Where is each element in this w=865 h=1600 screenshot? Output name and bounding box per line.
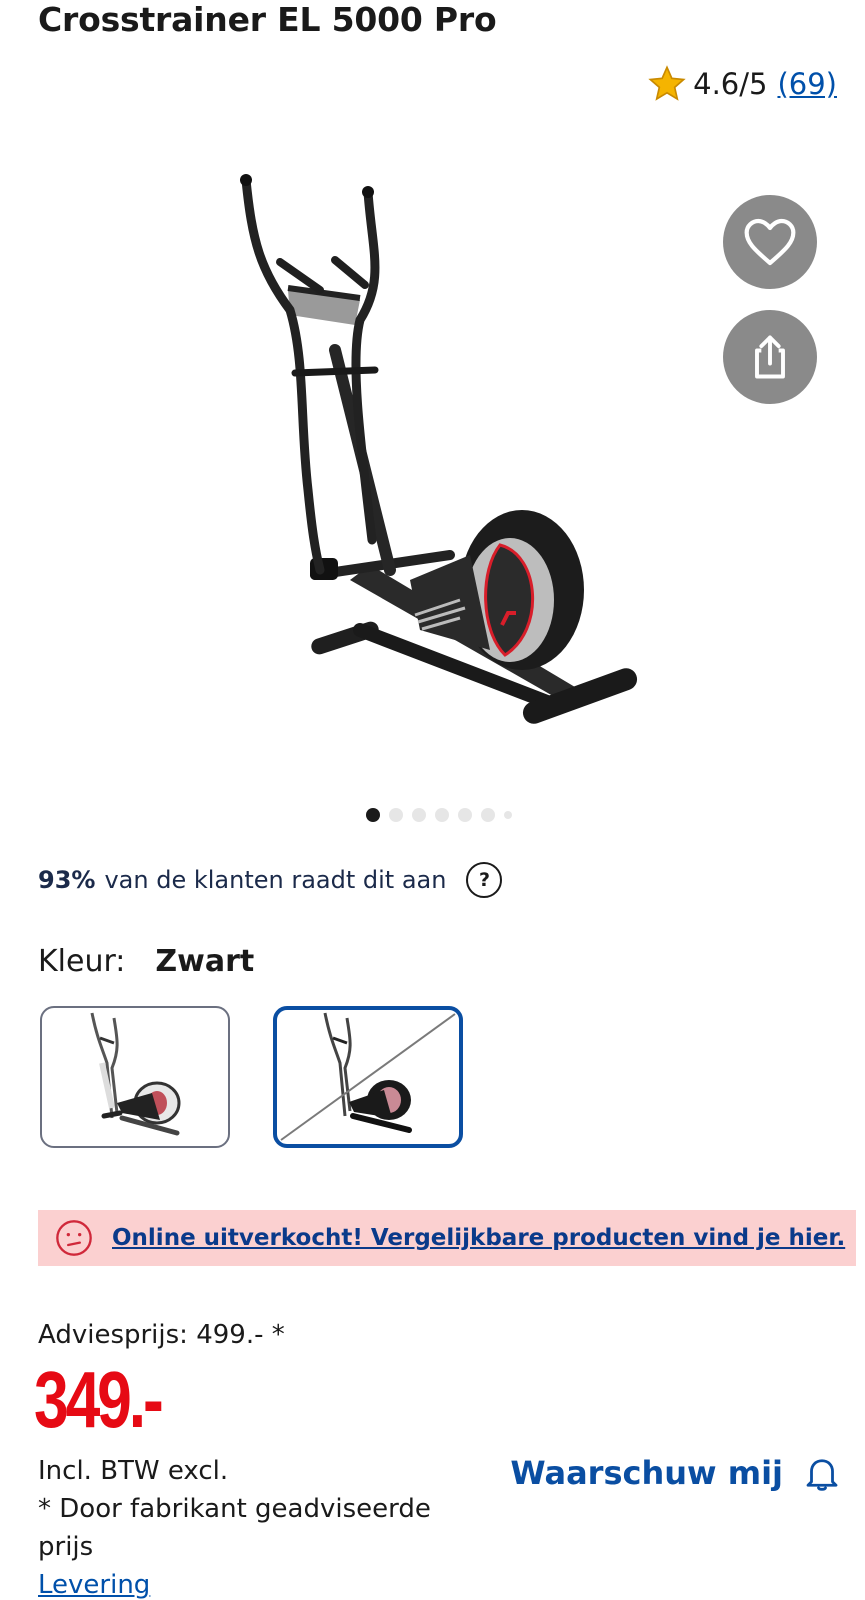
share-icon xyxy=(755,335,785,379)
help-icon[interactable]: ? xyxy=(466,862,503,898)
gallery-dot[interactable] xyxy=(481,808,495,822)
gallery-dot[interactable] xyxy=(458,808,472,822)
sold-out-link[interactable]: Online uitverkocht! Vergelijkbare produc… xyxy=(112,1225,845,1251)
manufacturer-note: * Door fabrikant geadviseerde prijs xyxy=(38,1494,431,1562)
white-crosstrainer-thumbnail xyxy=(90,1012,181,1136)
gallery-pagination[interactable] xyxy=(366,808,521,822)
price: 349.- xyxy=(34,1355,164,1444)
recommend-percent: 93% xyxy=(38,866,96,894)
gallery-dot[interactable] xyxy=(412,808,426,822)
product-image[interactable] xyxy=(160,160,700,760)
gallery-dot[interactable] xyxy=(435,808,449,822)
delivery-link[interactable]: Levering xyxy=(38,1566,150,1600)
notify-me-button[interactable]: Waarschuw mij xyxy=(510,1452,843,1494)
rating: 4.6/5 (69) xyxy=(647,64,837,104)
sad-face-icon xyxy=(56,1220,92,1256)
star-icon xyxy=(648,65,686,101)
notify-label: Waarschuw mij xyxy=(510,1454,783,1492)
color-option-black[interactable] xyxy=(273,1006,463,1148)
color-selector-label: Kleur: Zwart xyxy=(38,944,254,979)
rating-score: 4.6/5 xyxy=(693,67,768,101)
bell-icon xyxy=(806,1459,838,1491)
gallery-dot[interactable] xyxy=(504,811,512,819)
sold-out-alert[interactable]: Online uitverkocht! Vergelijkbare produc… xyxy=(38,1210,856,1266)
favorite-button[interactable] xyxy=(723,195,817,289)
heart-icon xyxy=(744,218,796,266)
vat-note: Incl. BTW excl. xyxy=(38,1456,229,1486)
review-count-link[interactable]: (69) xyxy=(777,67,837,101)
color-value: Zwart xyxy=(155,944,255,979)
recommend-text: van de klanten raadt dit aan xyxy=(104,866,447,894)
color-label: Kleur: xyxy=(38,944,126,979)
advised-price: Adviesprijs: 499.- * xyxy=(38,1320,285,1350)
color-option-white[interactable] xyxy=(40,1006,230,1148)
black-crosstrainer-thumbnail xyxy=(280,1012,456,1141)
product-title: Crosstrainer EL 5000 Pro xyxy=(38,0,497,39)
gallery-dot[interactable] xyxy=(389,808,403,822)
gallery-dot[interactable] xyxy=(366,808,380,822)
recommendation: 93% van de klanten raadt dit aan ? xyxy=(38,862,503,898)
share-button[interactable] xyxy=(723,310,817,404)
